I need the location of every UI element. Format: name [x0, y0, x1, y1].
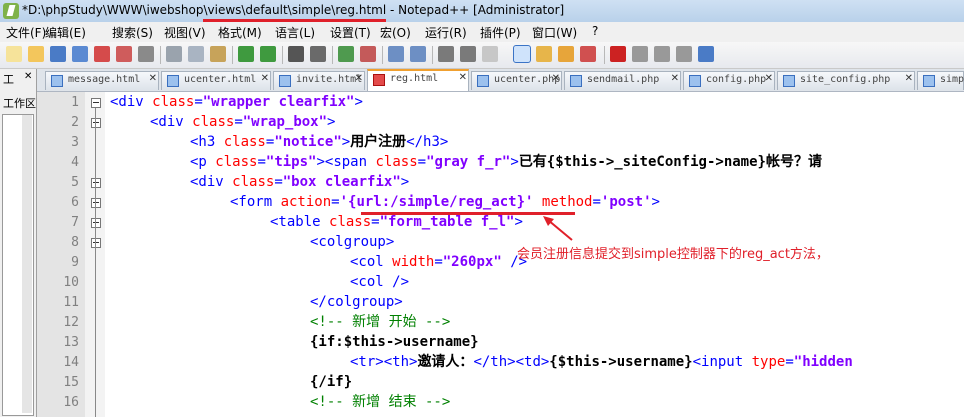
replace-icon[interactable] — [310, 46, 326, 62]
function-list-icon[interactable] — [536, 46, 552, 62]
stop-macro-icon[interactable] — [632, 46, 648, 62]
tab-close-icon[interactable]: ✕ — [671, 73, 679, 84]
save-macro-icon[interactable] — [698, 46, 714, 62]
workspace-panel: 工 ✕ 工作区 — [0, 69, 37, 417]
paste-icon[interactable] — [210, 46, 226, 62]
tab-label: message.html — [68, 74, 141, 85]
redo-icon[interactable] — [260, 46, 276, 62]
menu-bar: 文件(F) 编辑(E) 搜索(S) 视图(V) 格式(M) 语言(L) 设置(T) 宏(O) 运… — [0, 22, 964, 42]
file-icon — [689, 75, 701, 87]
tab-5[interactable]: sendmail.php ✕ — [564, 71, 681, 90]
fold-toggle-icon[interactable] — [91, 118, 101, 128]
tab-6[interactable]: config.php ✕ — [683, 71, 775, 90]
panel-close-icon[interactable]: ✕ — [24, 71, 32, 82]
workspace-label: 工作区 — [3, 97, 36, 110]
tab-label: invite.html — [296, 74, 363, 85]
tab-1[interactable]: ucenter.html ✕ — [161, 71, 271, 90]
sync-vertical-icon[interactable] — [388, 46, 404, 62]
open-file-icon[interactable] — [28, 46, 44, 62]
close-all-icon[interactable] — [116, 46, 132, 62]
print-icon[interactable] — [138, 46, 154, 62]
file-icon — [570, 75, 582, 87]
zoom-out-icon[interactable] — [360, 46, 376, 62]
file-icon — [279, 75, 291, 87]
close-icon[interactable] — [94, 46, 110, 62]
menu-item-1[interactable]: 编辑(E) — [45, 24, 86, 41]
fold-toggle-icon[interactable] — [91, 198, 101, 208]
document-map-icon[interactable] — [513, 45, 531, 63]
fold-line — [95, 108, 96, 417]
window-title: *D:\phpStudy\WWW\iwebshop\views\default\… — [22, 3, 565, 17]
tab-label: reg.html — [390, 73, 439, 84]
show-all-chars-icon[interactable] — [460, 46, 476, 62]
save-all-icon[interactable] — [72, 46, 88, 62]
tab-3[interactable]: reg.html ✕ — [367, 69, 469, 91]
tab-close-icon[interactable]: ✕ — [355, 73, 363, 84]
menu-item-7[interactable]: 宏(O) — [380, 24, 411, 41]
sync-horizontal-icon[interactable] — [410, 46, 426, 62]
code-editor[interactable]: 1 2 3 4 5 6 7 8 9 10 11 12 13 14 15 16 <div class="wrap… — [37, 92, 964, 417]
tab-7[interactable]: site_config.php ✕ — [777, 71, 915, 90]
tab-label: ucenter.html — [184, 74, 257, 85]
file-icon — [51, 75, 63, 87]
monitoring-icon[interactable] — [580, 46, 596, 62]
fold-toggle-icon[interactable] — [91, 238, 101, 248]
menu-item-5[interactable]: 语言(L) — [275, 24, 315, 41]
fold-toggle-icon[interactable] — [91, 178, 101, 188]
workspace-scrollbar[interactable] — [22, 115, 32, 413]
tab-label: sendmail.php — [587, 74, 660, 85]
file-icon — [923, 75, 935, 87]
notepadpp-icon — [3, 3, 19, 19]
folder-workspace-icon[interactable] — [558, 46, 574, 62]
indent-guide-icon[interactable] — [482, 46, 498, 62]
cut-icon[interactable] — [166, 46, 182, 62]
tab-close-icon[interactable]: ✕ — [261, 73, 269, 84]
menu-item-2[interactable]: 搜索(S) — [112, 24, 153, 41]
menu-item-0[interactable]: 文件(F) — [6, 24, 46, 41]
menu-item-10[interactable]: 窗口(W) — [532, 24, 577, 41]
tab-close-icon[interactable]: ✕ — [149, 73, 157, 84]
run-macro-multiple-icon[interactable] — [676, 46, 692, 62]
file-icon — [477, 75, 489, 87]
undo-icon[interactable] — [238, 46, 254, 62]
play-macro-icon[interactable] — [654, 46, 670, 62]
tab-label: simpl — [940, 74, 964, 85]
menu-item-8[interactable]: 运行(R) — [425, 24, 467, 41]
menu-item-9[interactable]: 插件(P) — [480, 24, 521, 41]
title-bar: *D:\phpStudy\WWW\iwebshop\views\default\… — [0, 0, 964, 23]
tab-close-icon[interactable]: ✕ — [552, 73, 560, 84]
tab-4[interactable]: ucenter.php ✕ — [471, 71, 562, 90]
file-icon — [167, 75, 179, 87]
tab-0[interactable]: message.html ✕ — [45, 71, 159, 90]
file-icon — [373, 74, 385, 86]
tab-label: site_config.php — [800, 74, 891, 85]
tab-close-icon[interactable]: ✕ — [765, 73, 773, 84]
copy-icon[interactable] — [188, 46, 204, 62]
tab-2[interactable]: invite.html ✕ — [273, 71, 365, 90]
menu-item-6[interactable]: 设置(T) — [330, 24, 371, 41]
fold-toggle-icon[interactable] — [91, 98, 101, 108]
tab-close-icon[interactable]: ✕ — [459, 72, 467, 83]
menu-item-3[interactable]: 视图(V) — [164, 24, 206, 41]
tab-8[interactable]: simpl — [917, 71, 964, 90]
tab-label: config.php — [706, 74, 767, 85]
menu-item-11[interactable]: ? — [592, 24, 598, 38]
save-icon[interactable] — [50, 46, 66, 62]
tab-bar: message.html ✕ ucenter.html ✕ invite.html ✕ re… — [37, 69, 964, 92]
find-icon[interactable] — [288, 46, 304, 62]
word-wrap-icon[interactable] — [438, 46, 454, 62]
new-file-icon[interactable] — [6, 46, 22, 62]
annotation-text: 会员注册信息提交到simple控制器下的reg_act方法， — [517, 247, 829, 262]
fold-toggle-icon[interactable] — [91, 218, 101, 228]
file-icon — [783, 75, 795, 87]
tab-close-icon[interactable]: ✕ — [905, 73, 913, 84]
menu-item-4[interactable]: 格式(M) — [218, 24, 262, 41]
record-macro-icon[interactable] — [610, 46, 626, 62]
zoom-in-icon[interactable] — [338, 46, 354, 62]
tab-label: ucenter.php — [494, 74, 561, 85]
panel-tab-label[interactable]: 工 — [3, 71, 14, 87]
toolbar — [0, 42, 964, 69]
